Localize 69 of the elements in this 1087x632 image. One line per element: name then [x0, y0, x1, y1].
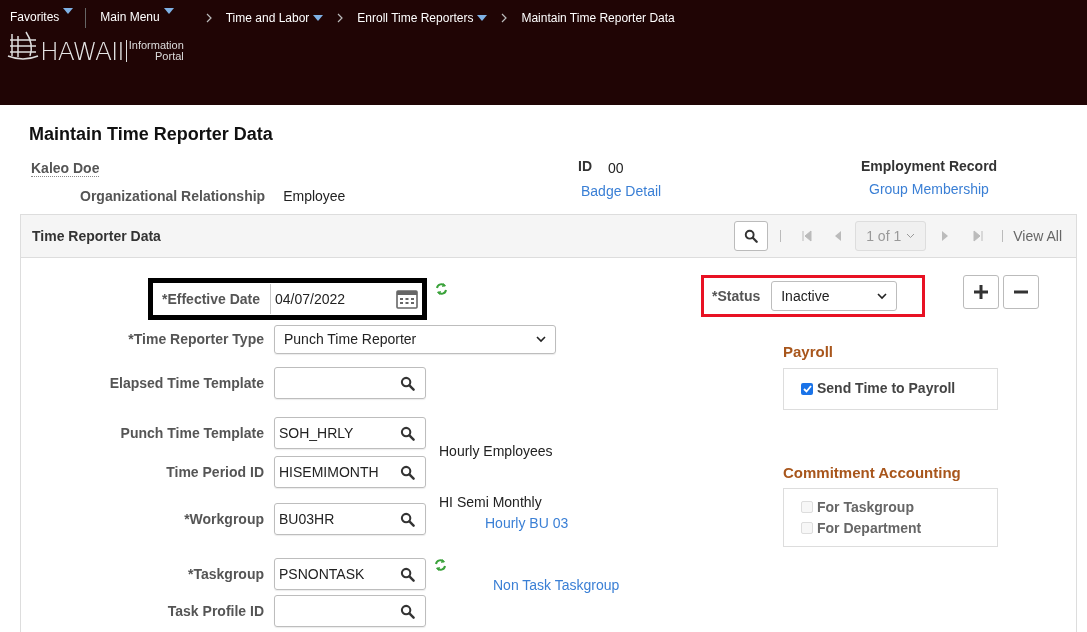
prompt-field[interactable]: SOH_HRLY [274, 417, 426, 449]
field-value: 00 [608, 159, 624, 178]
breadcrumb[interactable]: Maintain Time Reporter Data [521, 9, 675, 27]
field-label: *Status [712, 286, 761, 306]
search-icon [400, 603, 415, 619]
check-icon [802, 384, 812, 393]
prompt-field[interactable]: PSNONTASK [274, 558, 426, 590]
delete-row-button[interactable] [1003, 275, 1039, 309]
field-label: *Effective Date [162, 289, 261, 309]
group-membership-link[interactable]: Group Membership [869, 181, 989, 197]
breadcrumb[interactable]: Enroll Time Reporters [357, 9, 488, 27]
prompt-field[interactable] [274, 367, 426, 399]
search-icon [744, 229, 759, 243]
badge-detail-link[interactable]: Badge Detail [581, 183, 662, 199]
chevron-down-icon [906, 233, 916, 239]
field-label: Elapsed Time Template [109, 373, 264, 393]
plus-icon [974, 285, 988, 299]
search-icon [400, 566, 415, 582]
field-label: *Workgroup [184, 509, 264, 529]
breadcrumb[interactable]: Time and Labor [225, 9, 324, 27]
add-row-button[interactable] [963, 275, 999, 309]
field-label: Organizational Relationship [80, 187, 266, 206]
calendar-icon[interactable] [396, 289, 419, 309]
field-value: Employee [283, 187, 346, 206]
search-button[interactable] [734, 221, 769, 251]
description-link[interactable]: Non Task Taskgroup [493, 575, 620, 596]
field-description: Hourly Employees [439, 442, 553, 461]
prompt-field[interactable]: HISEMIMONTH [274, 456, 426, 488]
refresh-icon[interactable] [434, 558, 447, 572]
description-link[interactable]: Hourly BU 03 [485, 513, 569, 534]
checkbox-label: For Taskgroup [817, 497, 914, 517]
checkbox-label: Send Time to Payroll [817, 379, 956, 398]
field-label: *Time Reporter Type [128, 329, 264, 349]
logo-subtitle: Portal [155, 51, 184, 62]
field-label: Employment Record [861, 157, 998, 176]
prompt-field[interactable] [274, 595, 426, 627]
logo-subtitle: Information [128, 40, 184, 51]
refresh-icon[interactable] [435, 282, 449, 296]
search-icon [400, 464, 415, 480]
status-select[interactable]: Inactive [771, 281, 898, 311]
nav-menu[interactable]: Main Menu [86, 8, 174, 28]
previous-icon[interactable] [833, 230, 844, 242]
checkbox-label: For Department [817, 518, 922, 538]
search-icon [400, 511, 415, 527]
group-title: Commitment Accounting [783, 462, 962, 483]
page-title: Maintain Time Reporter Data [29, 123, 274, 146]
field-label: *Taskgroup [188, 564, 264, 584]
logo-wordmark: HAWAII [40, 39, 124, 64]
search-icon [400, 375, 415, 391]
employee-name-link[interactable]: Kaleo Doe [31, 160, 100, 177]
field-label: Task Profile ID [167, 601, 264, 621]
dropdown-chevron-icon [536, 335, 546, 343]
type-select[interactable]: Punch Time Reporter [274, 324, 556, 354]
field-label: ID [578, 157, 592, 176]
search-icon [400, 425, 415, 441]
field-label: Punch Time Template [120, 423, 264, 443]
date-field[interactable]: 04/07/2022 [270, 284, 423, 314]
field-description: HI Semi Monthly [439, 493, 542, 512]
dropdown-chevron-icon [877, 292, 888, 300]
minus-icon [1014, 290, 1028, 294]
nav-menu[interactable]: Favorites [10, 8, 87, 28]
last-page-icon[interactable] [972, 230, 985, 242]
group-title: Payroll [783, 342, 835, 362]
checkbox[interactable] [801, 382, 813, 395]
first-page-icon[interactable] [801, 230, 814, 242]
field-label: Time Period ID [166, 462, 264, 482]
panel-title: Time Reporter Data [32, 226, 161, 246]
view-all-link[interactable]: View All [1013, 225, 1062, 247]
prompt-field[interactable]: BU03HR [274, 503, 426, 535]
